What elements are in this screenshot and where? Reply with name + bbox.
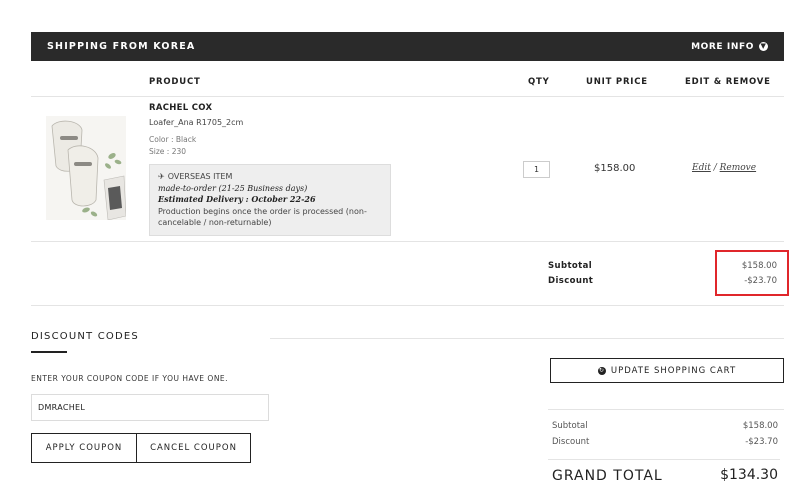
overseas-title: OVERSEAS ITEM bbox=[167, 172, 233, 181]
divider bbox=[31, 96, 784, 97]
coupon-help-text: ENTER YOUR COUPON CODE IF YOU HAVE ONE. bbox=[31, 374, 229, 383]
cart-discount-value: -$23.70 bbox=[745, 437, 778, 447]
airplane-icon: ✈ bbox=[158, 172, 165, 181]
column-header-product: PRODUCT bbox=[149, 77, 201, 87]
product-name[interactable]: RACHEL COX bbox=[149, 103, 212, 113]
divider bbox=[548, 409, 784, 410]
more-info-label: MORE INFO bbox=[691, 41, 754, 52]
overseas-notice: ✈ OVERSEAS ITEM made-to-order (21-25 Bus… bbox=[149, 164, 391, 236]
row-discount-label: Discount bbox=[548, 276, 594, 286]
divider bbox=[31, 305, 784, 306]
apply-coupon-button[interactable]: APPLY COUPON bbox=[31, 433, 137, 463]
refresh-icon: ↻ bbox=[597, 366, 606, 375]
title-underline bbox=[31, 351, 67, 353]
row-subtotal-label: Subtotal bbox=[548, 261, 593, 271]
shipping-title: SHIPPING FROM KOREA bbox=[47, 41, 196, 52]
divider bbox=[548, 459, 780, 460]
divider bbox=[270, 338, 784, 339]
chevron-down-icon: ▼ bbox=[759, 42, 768, 51]
link-separator: / bbox=[713, 163, 717, 173]
product-image[interactable] bbox=[46, 116, 126, 220]
cart-subtotal-label: Subtotal bbox=[552, 421, 588, 431]
product-variant: Loafer_Ana R1705_2cm bbox=[149, 118, 244, 127]
remove-link[interactable]: Remove bbox=[720, 163, 756, 173]
coupon-code-input[interactable]: DMRACHEL bbox=[31, 394, 269, 421]
update-cart-button[interactable]: ↻ UPDATE SHOPPING CART bbox=[550, 358, 784, 383]
column-header-edit-remove: EDIT & REMOVE bbox=[685, 77, 771, 87]
edit-link[interactable]: Edit bbox=[692, 163, 711, 173]
estimated-delivery: Estimated Delivery : October 22-26 bbox=[158, 194, 316, 204]
discount-codes-title: DISCOUNT CODES bbox=[31, 331, 139, 342]
divider bbox=[31, 241, 784, 242]
edit-remove-links: Edit / Remove bbox=[692, 163, 756, 173]
shipping-header: SHIPPING FROM KOREA MORE INFO ▼ bbox=[31, 32, 784, 61]
column-header-unit-price: UNIT PRICE bbox=[586, 77, 648, 87]
product-size: Size : 230 bbox=[149, 147, 187, 156]
highlight-box bbox=[715, 250, 789, 296]
cancel-coupon-button[interactable]: CANCEL COUPON bbox=[136, 433, 251, 463]
production-note: Production begins once the order is proc… bbox=[158, 206, 367, 228]
update-cart-label: UPDATE SHOPPING CART bbox=[610, 365, 737, 376]
unit-price: $158.00 bbox=[594, 163, 636, 174]
more-info-toggle[interactable]: MORE INFO ▼ bbox=[691, 42, 768, 52]
cart-subtotal-value: $158.00 bbox=[742, 421, 778, 431]
made-to-order-note: made-to-order (21-25 Business days) bbox=[158, 183, 308, 193]
grand-total-value: $134.30 bbox=[720, 467, 778, 483]
column-header-qty: QTY bbox=[528, 77, 550, 87]
quantity-input[interactable]: 1 bbox=[523, 161, 550, 178]
cart-discount-label: Discount bbox=[552, 437, 590, 447]
grand-total-label: GRAND TOTAL bbox=[552, 468, 663, 484]
product-color: Color : Black bbox=[149, 135, 197, 144]
